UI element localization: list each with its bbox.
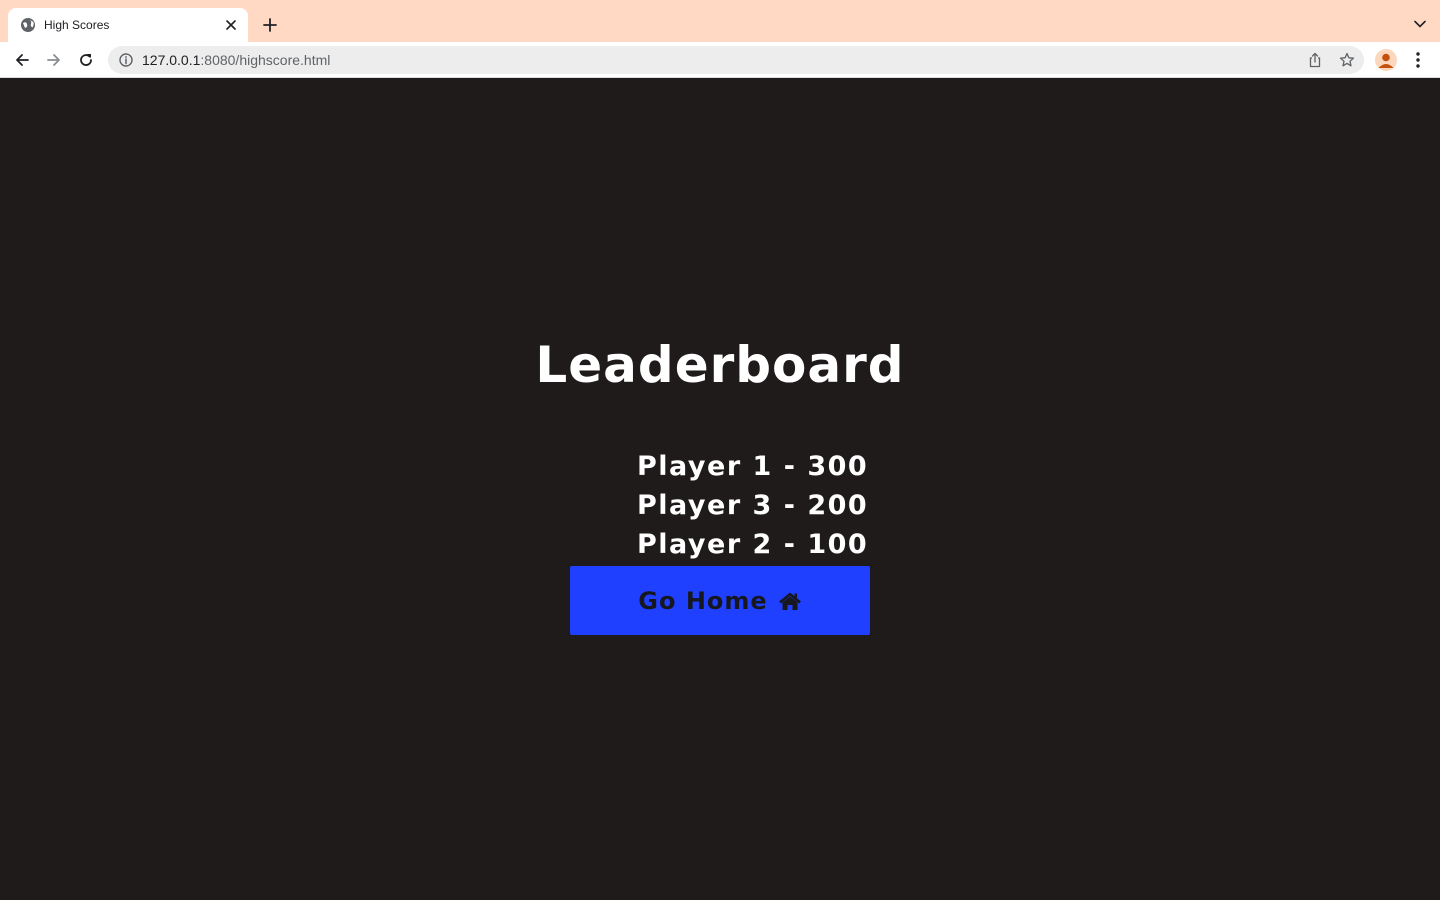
profile-avatar[interactable] [1375, 49, 1397, 71]
tab-title: High Scores [44, 18, 110, 32]
person-icon [1378, 53, 1394, 68]
forward-button[interactable] [42, 48, 66, 72]
reload-button[interactable] [74, 48, 98, 72]
browser-toolbar: 127.0.0.1:8080/highscore.html [0, 42, 1440, 78]
info-icon[interactable] [118, 52, 134, 68]
more-vertical-icon [1416, 52, 1420, 68]
tab-search-button[interactable] [1410, 14, 1430, 34]
url-host: 127.0.0.1 [142, 52, 201, 68]
browser-menu-button[interactable] [1408, 48, 1428, 72]
go-home-label: Go Home [638, 586, 768, 615]
score-entry: Player 3 - 200 [637, 490, 869, 521]
go-home-button[interactable]: Go Home [570, 566, 870, 635]
url-text: 127.0.0.1:8080/highscore.html [142, 52, 330, 68]
plus-icon [263, 18, 277, 32]
url-path: :8080/highscore.html [200, 52, 331, 68]
globe-icon [20, 17, 36, 33]
browser-tabstrip: High Scores [0, 0, 1440, 42]
browser-tab[interactable]: High Scores [8, 8, 248, 42]
page-viewport: Leaderboard Player 1 - 300 Player 3 - 20… [0, 79, 1440, 900]
star-icon[interactable] [1338, 51, 1356, 69]
arrow-left-icon [16, 54, 29, 66]
reload-icon [80, 54, 92, 66]
score-list: Player 1 - 300 Player 3 - 200 Player 2 -… [637, 447, 868, 564]
back-button[interactable] [10, 48, 34, 72]
score-entry: Player 2 - 100 [637, 529, 869, 560]
new-tab-button[interactable] [258, 13, 282, 37]
share-icon[interactable] [1306, 51, 1324, 69]
home-icon [778, 591, 802, 611]
close-icon[interactable] [222, 16, 240, 34]
page-title: Leaderboard [535, 336, 905, 394]
chevron-down-icon [1414, 20, 1426, 28]
score-entry: Player 1 - 300 [637, 451, 869, 482]
address-bar[interactable]: 127.0.0.1:8080/highscore.html [108, 46, 1364, 74]
arrow-right-icon [47, 54, 60, 66]
